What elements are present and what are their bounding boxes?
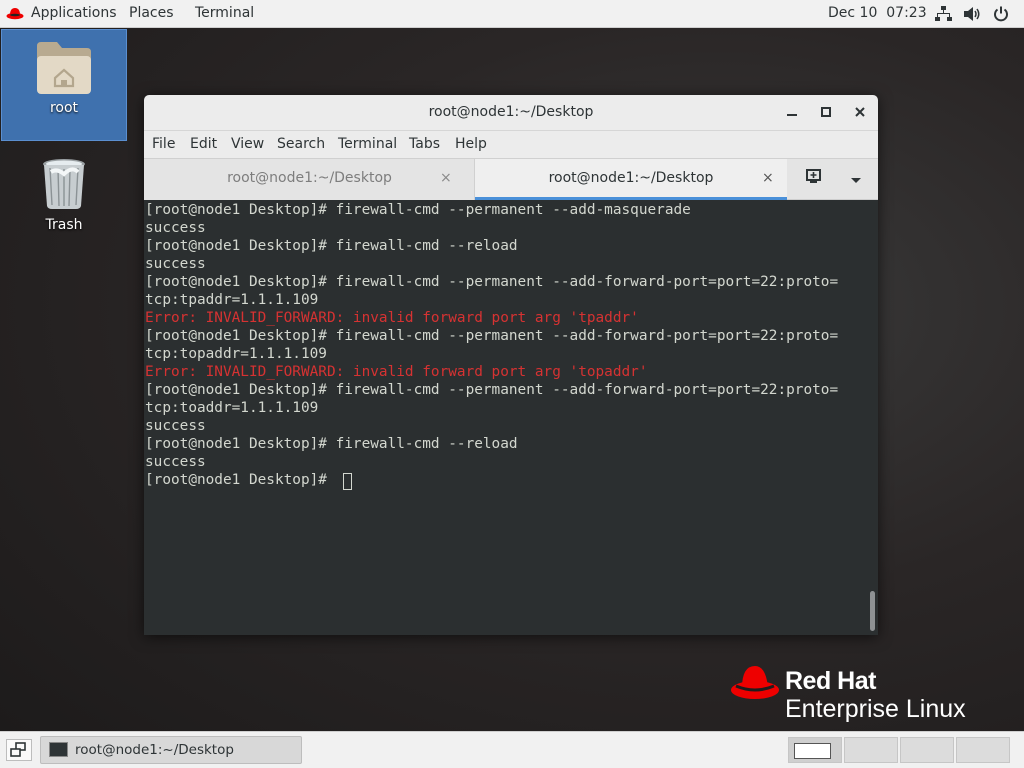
applications-menu[interactable]: Applications [31,5,117,22]
terminal-window: root@node1:~/Desktop File Edit View Sear… [144,95,878,635]
terminal-error-line: Error: INVALID_FORWARD: invalid forward … [145,364,648,380]
product-name: Enterprise Linux [785,695,966,723]
menu-edit[interactable]: Edit [190,136,217,152]
top-bar: Applications Places Terminal Dec 10 07:2… [0,0,1024,28]
scrollbar-thumb[interactable] [870,591,875,631]
taskbar-window-button[interactable]: root@node1:~/Desktop [40,736,302,764]
clock[interactable]: Dec 10 07:23 [828,5,927,21]
trash-icon [42,158,86,214]
terminal-line: [root@node1 Desktop]# firewall-cmd --per… [145,328,839,344]
power-icon[interactable] [993,6,1009,26]
terminal-line: [root@node1 Desktop]# firewall-cmd --per… [145,274,839,290]
terminal-line: success [145,256,206,272]
terminal-line: tcp:tpaddr=1.1.1.109 [145,292,319,308]
desktop-icon-root[interactable]: root [1,29,127,141]
terminal-line: [root@node1 Desktop]# firewall-cmd --per… [145,202,691,218]
show-desktop-icon[interactable] [6,739,32,761]
terminal-line: [root@node1 Desktop]# firewall-cmd --per… [145,382,839,398]
terminal-line: success [145,220,206,236]
taskbar-window-label: root@node1:~/Desktop [75,742,234,758]
terminal-line: tcp:topaddr=1.1.1.109 [145,346,327,362]
taskbar: root@node1:~/Desktop [0,731,1024,768]
tab-label: root@node1:~/Desktop [227,170,392,186]
terminal-output[interactable]: [root@node1 Desktop]# firewall-cmd --per… [144,201,866,635]
network-icon[interactable] [935,6,952,26]
scrollbar[interactable] [866,201,878,635]
chevron-down-icon[interactable] [850,173,862,189]
tab-active[interactable]: root@node1:~/Desktop × [475,159,787,200]
terminal-error-line: Error: INVALID_FORWARD: invalid forward … [145,310,639,326]
tab-label: root@node1:~/Desktop [548,170,714,186]
workspace-3[interactable] [900,737,954,763]
menu-search[interactable]: Search [277,136,325,152]
terminal-line: success [145,454,206,470]
terminal-line: [root@node1 Desktop]# firewall-cmd --rel… [145,238,518,254]
places-menu[interactable]: Places [129,5,174,22]
close-icon[interactable] [850,103,870,123]
menu-terminal[interactable]: Terminal [338,136,397,152]
tab-bar: root@node1:~/Desktop × root@node1:~/Desk… [144,158,878,200]
menu-file[interactable]: File [152,136,175,152]
tab-close-icon[interactable]: × [440,170,452,186]
desktop-icon-label: root [49,100,79,116]
workspace-4[interactable] [956,737,1010,763]
terminal-app-menu[interactable]: Terminal [195,5,254,22]
workspace-1[interactable] [788,737,842,763]
tab-inactive[interactable]: root@node1:~/Desktop × [144,159,475,200]
maximize-icon[interactable] [816,103,836,123]
menu-help[interactable]: Help [455,136,487,152]
minimize-icon[interactable] [782,103,802,123]
menu-tabs[interactable]: Tabs [409,136,440,152]
redhat-icon[interactable] [6,6,24,24]
workspace-2[interactable] [844,737,898,763]
terminal-prompt: [root@node1 Desktop]# [145,472,336,488]
terminal-line: success [145,418,206,434]
menu-bar: File Edit View Search Terminal Tabs Help [144,131,878,158]
tab-close-icon[interactable]: × [762,170,774,186]
window-title: root@node1:~/Desktop [428,104,594,120]
desktop-icon-label: Trash [45,217,83,233]
redhat-logo: Red Hat Enterprise Linux [728,662,1008,726]
terminal-line: [root@node1 Desktop]# firewall-cmd --rel… [145,436,518,452]
desktop-icon-trash[interactable]: Trash [14,155,114,245]
brand-name: Red Hat [785,667,876,695]
title-bar[interactable]: root@node1:~/Desktop [144,95,878,131]
new-tab-icon[interactable] [804,167,830,191]
home-folder-icon [35,40,93,100]
menu-view[interactable]: View [231,136,264,152]
terminal-icon [49,742,68,757]
workspace-window-preview [794,743,831,759]
terminal-cursor [343,473,352,490]
volume-icon[interactable] [963,6,981,26]
terminal-line: tcp:toaddr=1.1.1.109 [145,400,319,416]
redhat-hat-icon [730,663,780,707]
